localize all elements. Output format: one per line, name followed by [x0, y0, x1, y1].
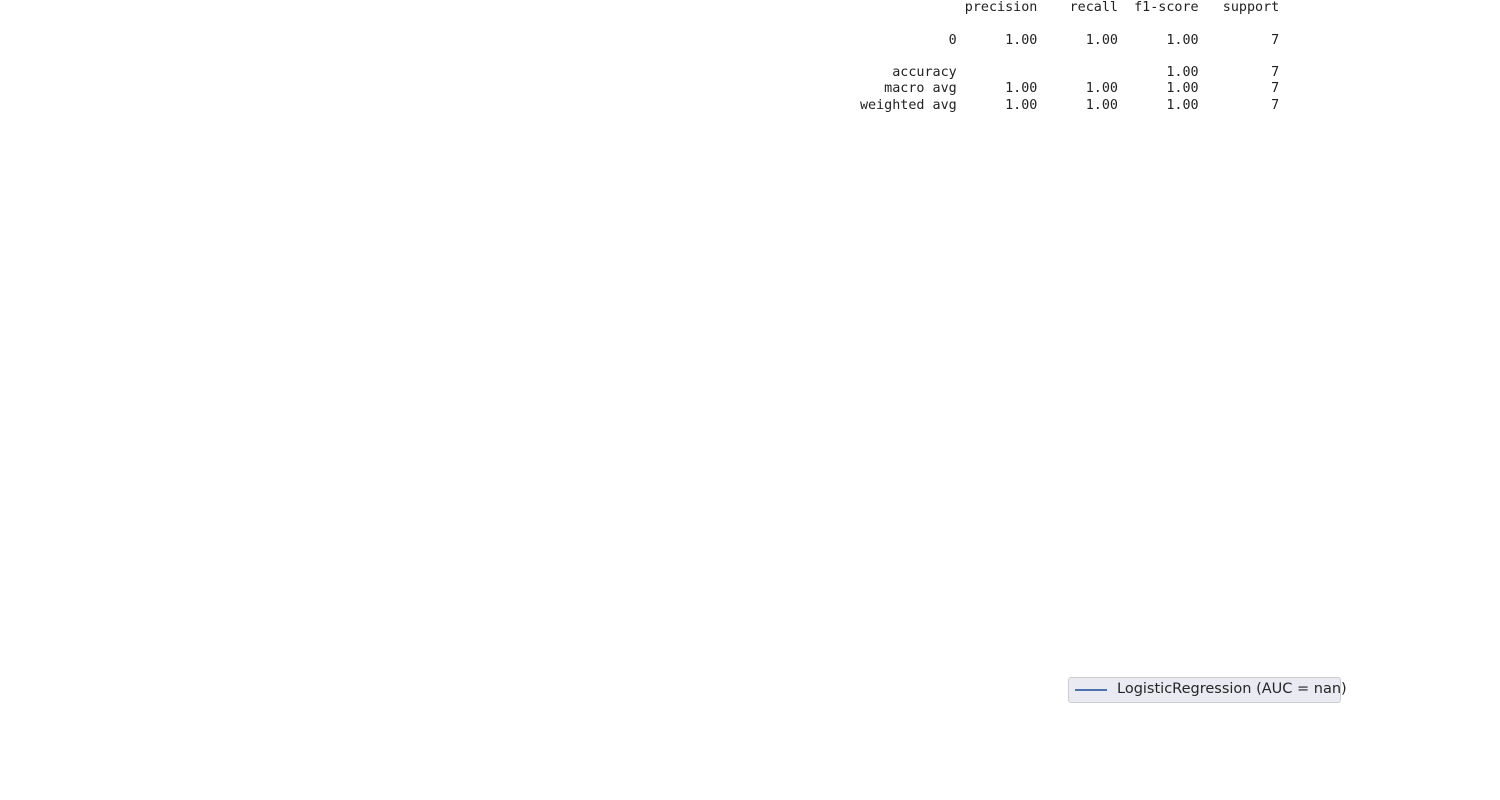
report-column-header: support: [1198, 0, 1280, 15]
report-cell-recall: 1.00: [1037, 81, 1118, 97]
report-cell-support: 7: [1198, 81, 1280, 97]
report-cell-precision: 1.00: [956, 81, 1038, 97]
report-cell-f1-score: 1.00: [1118, 81, 1199, 97]
report-cell-precision: 1.00: [956, 97, 1038, 113]
report-label-spacer: [860, 0, 957, 15]
report-cell-f1-score: 1.00: [1118, 32, 1199, 48]
report-cell-recall: 1.00: [1037, 97, 1118, 113]
legend-line-swatch: [1075, 689, 1107, 691]
chart-legend: LogisticRegression (AUC = nan): [1068, 677, 1347, 703]
report-row-label: macro avg: [860, 81, 957, 97]
legend-label: LogisticRegression (AUC = nan): [1117, 681, 1347, 697]
report-cell-recall: 1.00: [1037, 32, 1118, 48]
report-cell-support: 7: [1198, 32, 1280, 48]
report-cell-f1-score: 1.00: [1118, 65, 1199, 81]
report-column-header: f1-score: [1118, 0, 1199, 15]
report-column-header: recall: [1037, 0, 1118, 15]
report-row: macro avg 1.00 1.00 1.00 7: [860, 81, 1279, 96]
report-cell-f1-score: 1.00: [1118, 97, 1199, 113]
report-row-label: 0: [860, 32, 957, 48]
report-header: precision recall f1-score support: [860, 0, 1279, 15]
report-cell-support: 7: [1198, 97, 1280, 113]
report-column-header: precision: [956, 0, 1038, 15]
report-cell-precision: 1.00: [956, 32, 1038, 48]
classification-report: precision recall f1-score support 0 1.00…: [860, 0, 1279, 114]
report-row: weighted avg 1.00 1.00 1.00 7: [860, 98, 1279, 113]
report-cell-recall: [1037, 65, 1118, 80]
report-row-label: weighted avg: [860, 97, 957, 113]
report-row: accuracy 1.00 7: [860, 65, 1279, 80]
report-row: 0 1.00 1.00 1.00 7: [860, 32, 1280, 48]
report-cell-support: 7: [1198, 65, 1280, 81]
report-row-label: accuracy: [860, 65, 957, 81]
report-cell-precision: [957, 65, 1038, 80]
